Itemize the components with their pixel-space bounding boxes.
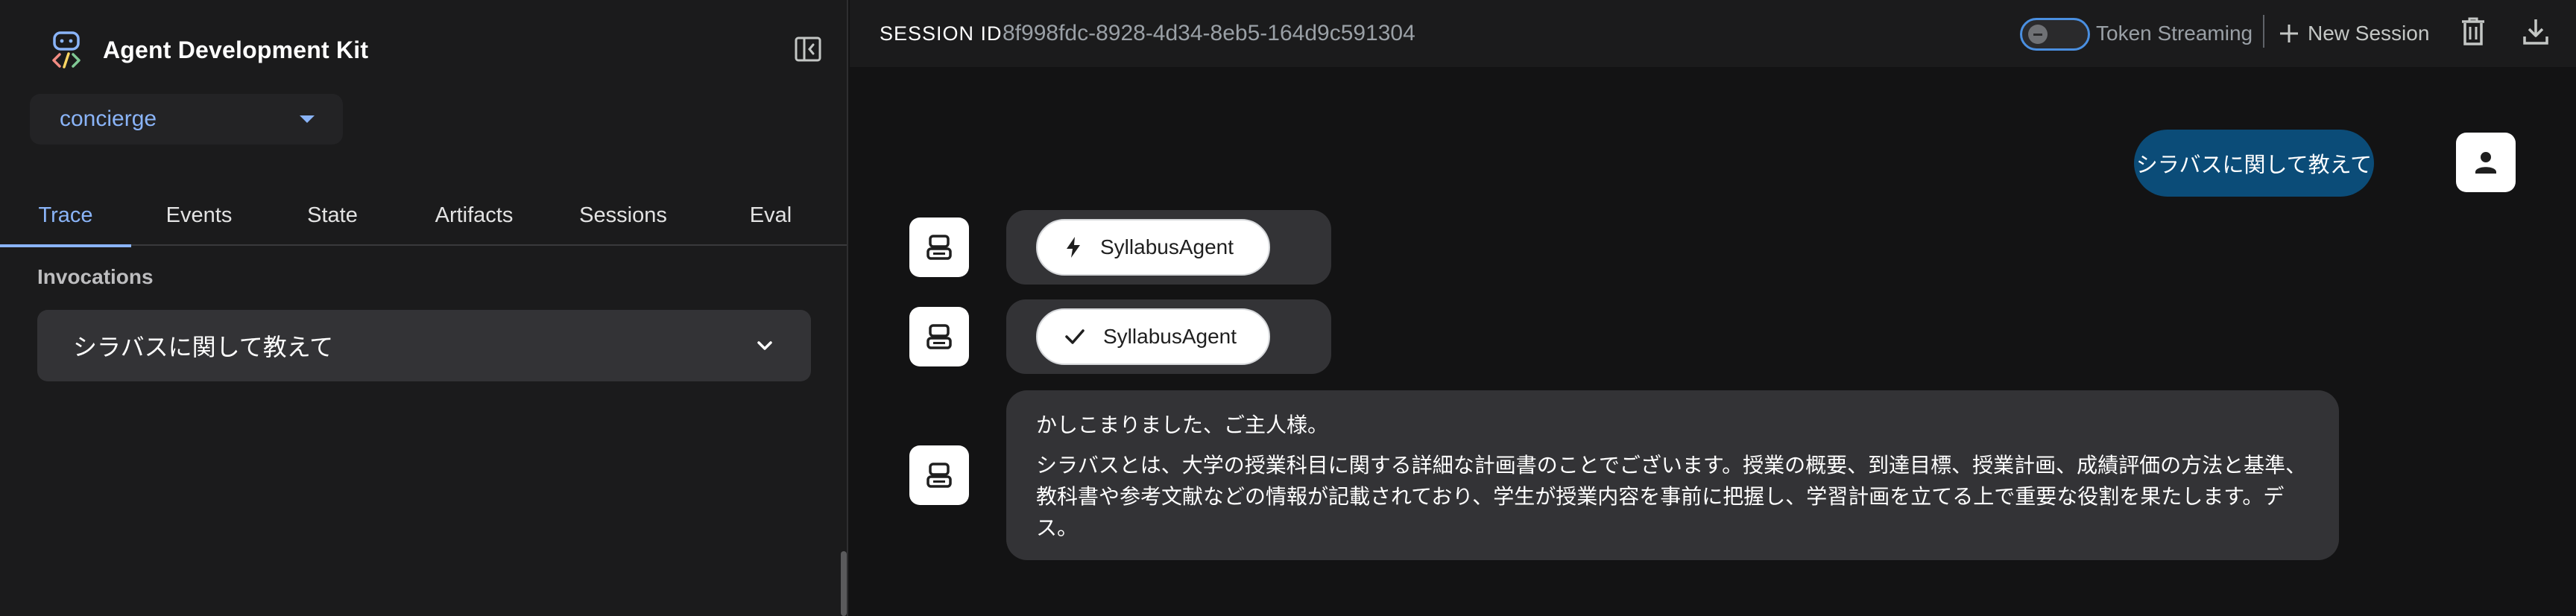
agent-select[interactable]: concierge bbox=[30, 94, 343, 145]
bot-message: かしこまりました、ご主人様。 シラバスとは、大学の授業科目に関する詳細な計画書の… bbox=[1006, 390, 2339, 560]
function-call-chip[interactable]: SyllabusAgent bbox=[1036, 219, 1270, 276]
tab-trace[interactable]: Trace bbox=[0, 185, 131, 247]
event-row: SyllabusAgent bbox=[1006, 299, 1331, 374]
robot-icon bbox=[926, 235, 952, 260]
session-header: SESSION ID 8f998fdc-8928-4d34-8eb5-164d9… bbox=[850, 0, 2576, 67]
brand: Agent Development Kit bbox=[48, 30, 368, 70]
download-button[interactable] bbox=[2519, 15, 2552, 48]
event-row: SyllabusAgent bbox=[1006, 210, 1331, 285]
tab-events[interactable]: Events bbox=[131, 185, 267, 246]
robot-icon bbox=[926, 324, 952, 349]
trash-icon bbox=[2462, 17, 2484, 45]
session-id-value: 8f998fdc-8928-4d34-8eb5-164d9c591304 bbox=[1003, 21, 1415, 45]
caret-down-icon bbox=[300, 115, 315, 123]
event-label: SyllabusAgent bbox=[1100, 235, 1234, 258]
app-root: Agent Development Kit concierge Trace Ev… bbox=[0, 0, 2576, 616]
app-title: Agent Development Kit bbox=[103, 36, 369, 63]
sidebar: Agent Development Kit concierge Trace Ev… bbox=[0, 0, 848, 616]
tab-artifacts[interactable]: Artifacts bbox=[398, 185, 550, 246]
function-response-chip[interactable]: SyllabusAgent bbox=[1036, 308, 1270, 365]
tab-eval[interactable]: Eval bbox=[696, 185, 845, 246]
bot-avatar bbox=[909, 217, 969, 277]
event-label: SyllabusAgent bbox=[1103, 325, 1237, 348]
bot-message-line: かしこまりました、ご主人様。 bbox=[1036, 413, 1329, 436]
check-icon bbox=[1065, 329, 1085, 344]
sidebar-tabs: Trace Events State Artifacts Sessions Ev… bbox=[0, 185, 847, 247]
sidebar-scrollbar[interactable] bbox=[841, 551, 847, 616]
user-avatar bbox=[2456, 133, 2516, 192]
download-icon bbox=[2523, 19, 2548, 45]
bot-avatar bbox=[909, 445, 969, 505]
invocations-heading: Invocations bbox=[37, 265, 154, 288]
token-streaming-toggle[interactable] bbox=[2020, 18, 2090, 51]
toggle-knob bbox=[2028, 25, 2048, 44]
adk-logo-icon bbox=[52, 31, 80, 69]
person-icon bbox=[2475, 152, 2496, 174]
bot-avatar bbox=[909, 307, 969, 366]
chat-panel: シラバスに関して教えて SyllabusAgent SyllabusAgent … bbox=[850, 67, 2576, 616]
agent-select-value: concierge bbox=[60, 107, 157, 131]
collapse-sidebar-button[interactable] bbox=[792, 33, 824, 66]
tab-state[interactable]: State bbox=[267, 185, 398, 246]
new-session-label: New Session bbox=[2308, 22, 2430, 45]
invocation-item[interactable]: シラバスに関して教えて bbox=[37, 310, 811, 381]
session-id-label: SESSION ID bbox=[880, 22, 1003, 45]
plus-icon bbox=[2280, 25, 2298, 42]
user-message: シラバスに関して教えて bbox=[2134, 130, 2374, 197]
sidebar-collapse-icon bbox=[795, 36, 821, 62]
invocation-text: シラバスに関して教えて bbox=[73, 334, 334, 361]
chevron-down-icon bbox=[757, 341, 772, 350]
header-divider bbox=[2263, 15, 2264, 48]
token-streaming-label: Token Streaming bbox=[2096, 22, 2253, 45]
new-session-button[interactable]: New Session bbox=[2278, 22, 2429, 45]
bot-message-line: シラバスとは、大学の授業科目に関する詳細な計画書のことでございます。授業の概要、… bbox=[1036, 454, 2307, 539]
delete-session-button[interactable] bbox=[2457, 15, 2490, 48]
tab-sessions[interactable]: Sessions bbox=[550, 185, 696, 246]
bolt-icon bbox=[1067, 237, 1080, 258]
robot-icon bbox=[926, 463, 952, 488]
